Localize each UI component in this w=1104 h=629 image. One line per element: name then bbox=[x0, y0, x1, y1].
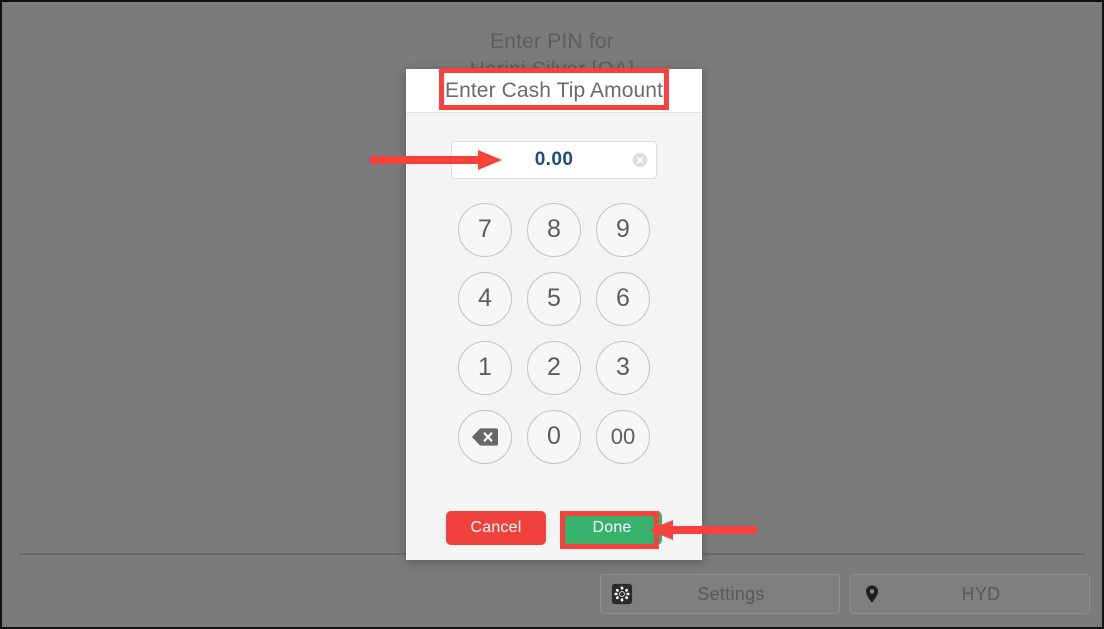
location-button[interactable]: HYD bbox=[850, 574, 1090, 614]
key-00[interactable]: 00 bbox=[596, 409, 650, 464]
bottom-toolbar: Settings HYD bbox=[2, 568, 1102, 627]
dialog-title: Enter Cash Tip Amount bbox=[444, 78, 664, 102]
pin-prompt-line1: Enter PIN for bbox=[490, 30, 614, 53]
key-1[interactable]: 1 bbox=[458, 340, 512, 395]
backspace-icon bbox=[471, 427, 498, 446]
key-5[interactable]: 5 bbox=[527, 271, 581, 326]
key-8[interactable]: 8 bbox=[527, 202, 581, 257]
key-3[interactable]: 3 bbox=[596, 340, 650, 395]
amount-row: 0.00 bbox=[406, 141, 702, 179]
cash-tip-dialog: Enter Cash Tip Amount 0.00 7 8 9 4 5 6 1… bbox=[406, 69, 702, 560]
gear-icon bbox=[611, 583, 633, 605]
key-0[interactable]: 0 bbox=[527, 409, 581, 464]
key-6[interactable]: 6 bbox=[596, 271, 650, 326]
key-9[interactable]: 9 bbox=[596, 202, 650, 257]
location-label: HYD bbox=[961, 583, 1001, 604]
settings-button[interactable]: Settings bbox=[600, 574, 840, 614]
key-2[interactable]: 2 bbox=[527, 340, 581, 395]
amount-value: 0.00 bbox=[534, 149, 574, 170]
cancel-button[interactable]: Cancel bbox=[446, 511, 546, 545]
dialog-actions: Cancel Done bbox=[406, 511, 702, 545]
dialog-titlebar: Enter Cash Tip Amount bbox=[406, 69, 702, 113]
key-backspace[interactable] bbox=[458, 409, 512, 464]
key-7[interactable]: 7 bbox=[458, 202, 512, 257]
screen: Enter PIN for Harini Silver [QA] bbox=[0, 0, 1104, 629]
map-pin-icon bbox=[861, 583, 883, 605]
done-button[interactable]: Done bbox=[562, 511, 662, 545]
numeric-keypad: 7 8 9 4 5 6 1 2 3 0 00 bbox=[406, 195, 702, 471]
clear-circle-icon[interactable] bbox=[632, 152, 648, 168]
amount-input[interactable]: 0.00 bbox=[451, 141, 657, 179]
key-4[interactable]: 4 bbox=[458, 271, 512, 326]
settings-label: Settings bbox=[697, 583, 765, 604]
